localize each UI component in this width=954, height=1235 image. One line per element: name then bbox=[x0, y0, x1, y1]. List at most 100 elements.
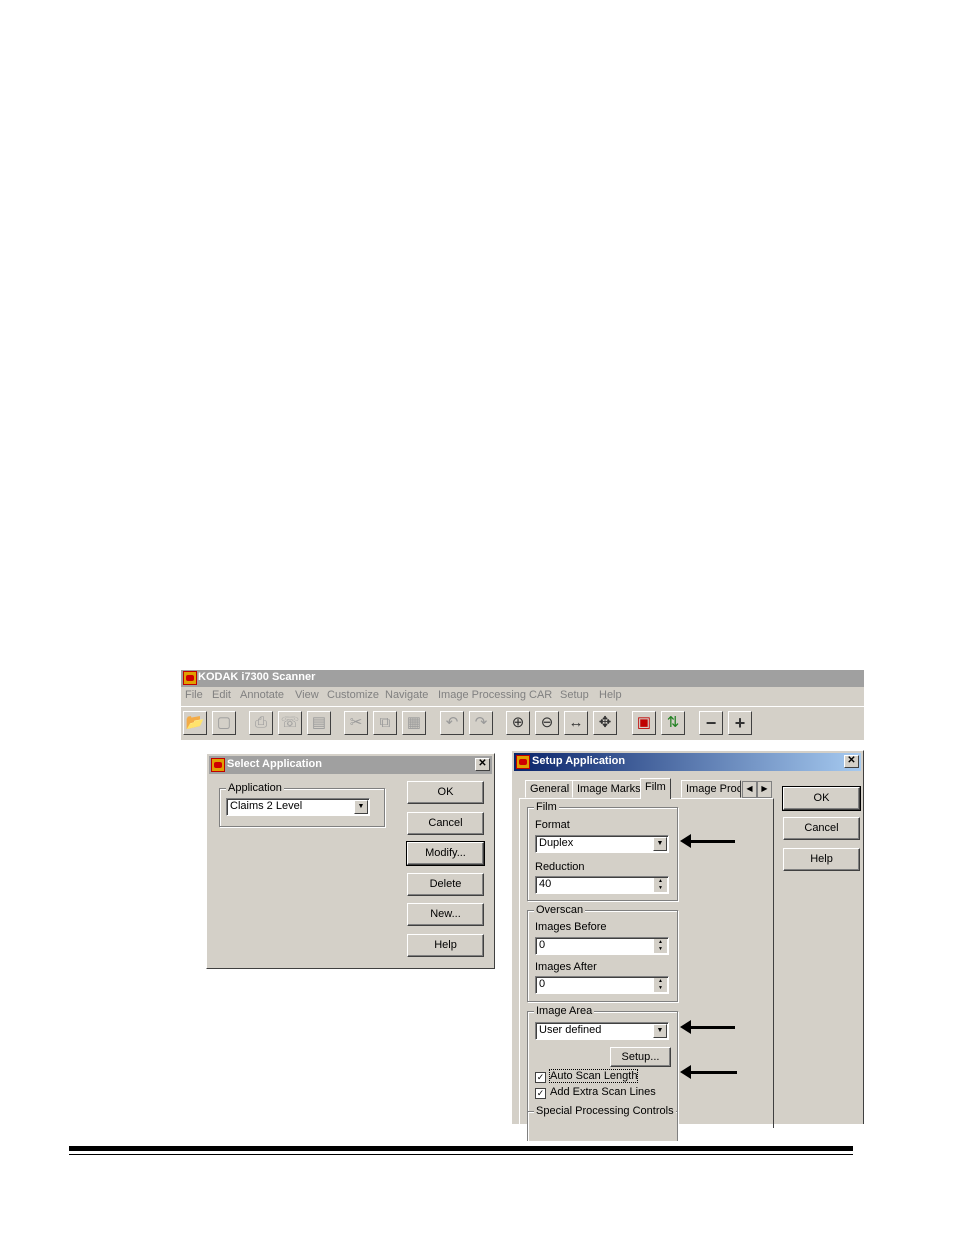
kodak-logo-icon bbox=[211, 758, 225, 772]
toolbar: 📂 ▢ ⎙ ☏ ▤ ✂ ⧉ ▦ ↶ ↷ ⊕ ⊖ ↔ ✥ ▣ ⇅ − + bbox=[181, 706, 864, 740]
scanner-app-window: KODAK i7300 Scanner File Edit Annotate V… bbox=[181, 670, 864, 740]
image-area-select-value: User defined bbox=[539, 1024, 602, 1036]
application-group: Application Claims 2 Level ▼ bbox=[219, 782, 385, 827]
menu-car[interactable]: CAR bbox=[529, 689, 552, 701]
auto-scan-length-checkbox[interactable]: ✓ bbox=[535, 1072, 546, 1083]
cut-icon[interactable]: ✂ bbox=[344, 711, 368, 735]
auto-scan-length-label[interactable]: Auto Scan Length bbox=[548, 1069, 639, 1083]
scan-icon[interactable]: ▤ bbox=[307, 711, 331, 735]
callout-arrow-auto-scan bbox=[680, 1065, 737, 1079]
side-toggle-icon[interactable]: ▣ bbox=[632, 711, 656, 735]
callout-arrow-format bbox=[680, 834, 735, 848]
spin-arrows-icon[interactable]: ▲ ▼ bbox=[654, 978, 667, 992]
format-select-value: Duplex bbox=[539, 837, 574, 849]
setup-dialog-title: Setup Application bbox=[532, 755, 626, 767]
menu-image-processing[interactable]: Image Processing bbox=[438, 689, 526, 701]
images-after-label: Images After bbox=[535, 961, 597, 973]
extra-scan-lines-checkbox[interactable]: ✓ bbox=[535, 1088, 546, 1099]
close-icon[interactable]: ✕ bbox=[475, 758, 490, 771]
plus-icon[interactable]: + bbox=[728, 711, 752, 735]
cancel-button[interactable]: Cancel bbox=[407, 812, 484, 835]
open-folder-icon[interactable]: 📂 bbox=[183, 711, 207, 735]
reduction-label: Reduction bbox=[535, 861, 585, 873]
menu-edit[interactable]: Edit bbox=[212, 689, 231, 701]
modify-button[interactable]: Modify... bbox=[406, 841, 485, 866]
chevron-down-icon[interactable]: ▼ bbox=[653, 837, 667, 851]
special-processing-label: Special Processing Controls bbox=[534, 1105, 676, 1117]
menu-view[interactable]: View bbox=[295, 689, 319, 701]
copy-icon[interactable]: ⧉ bbox=[373, 711, 397, 735]
film-group: Film Format Duplex ▼ Reduction 40 ▲ ▼ bbox=[527, 801, 678, 901]
extra-scan-lines-label[interactable]: Add Extra Scan Lines bbox=[550, 1086, 656, 1098]
close-icon[interactable]: ✕ bbox=[844, 755, 859, 768]
chevron-down-icon[interactable]: ▼ bbox=[653, 1024, 667, 1038]
kodak-logo-icon bbox=[516, 755, 530, 769]
print-icon[interactable]: ⎙ bbox=[249, 711, 273, 735]
zoom-in-icon[interactable]: ⊕ bbox=[506, 711, 530, 735]
menu-annotate[interactable]: Annotate bbox=[240, 689, 284, 701]
ok-button[interactable]: OK bbox=[782, 786, 861, 811]
format-label: Format bbox=[535, 819, 570, 831]
overscan-group: Overscan Images Before 0 ▲ ▼ Images After… bbox=[527, 904, 678, 1002]
image-area-group-label: Image Area bbox=[534, 1005, 595, 1017]
tab-general[interactable]: General bbox=[525, 780, 575, 798]
application-group-label: Application bbox=[226, 782, 284, 794]
kodak-logo-icon bbox=[183, 671, 197, 685]
fit-width-icon[interactable]: ↔ bbox=[564, 711, 588, 735]
images-before-value: 0 bbox=[539, 939, 546, 951]
images-after-stepper[interactable]: 0 ▲ ▼ bbox=[535, 976, 669, 994]
menu-setup[interactable]: Setup bbox=[560, 689, 589, 701]
menu-navigate[interactable]: Navigate bbox=[385, 689, 428, 701]
footer-rule-thin bbox=[69, 1154, 853, 1155]
paste-icon[interactable]: ▦ bbox=[402, 711, 426, 735]
menu-bar: File Edit Annotate View Customize Naviga… bbox=[181, 687, 864, 705]
setup-dialog-title-bar: Setup Application ✕ bbox=[514, 753, 861, 771]
undo-icon[interactable]: ↶ bbox=[440, 711, 464, 735]
images-before-stepper[interactable]: 0 ▲ ▼ bbox=[535, 937, 669, 955]
format-select[interactable]: Duplex ▼ bbox=[535, 835, 669, 853]
film-tab-panel: Film Format Duplex ▼ Reduction 40 ▲ ▼ Ove… bbox=[519, 798, 774, 1141]
spin-arrows-icon[interactable]: ▲ ▼ bbox=[654, 878, 667, 892]
tab-image-processing[interactable]: Image Proce bbox=[681, 780, 741, 798]
delete-button[interactable]: Delete bbox=[407, 873, 484, 896]
save-icon[interactable]: ▢ bbox=[212, 711, 236, 735]
tab-film[interactable]: Film bbox=[640, 778, 671, 799]
overscan-group-label: Overscan bbox=[534, 904, 586, 916]
menu-customize[interactable]: Customize bbox=[327, 689, 379, 701]
redo-icon[interactable]: ↷ bbox=[469, 711, 493, 735]
reduction-value: 40 bbox=[539, 878, 552, 890]
help-button[interactable]: Help bbox=[783, 848, 860, 871]
reduction-stepper[interactable]: 40 ▲ ▼ bbox=[535, 876, 669, 894]
minus-icon[interactable]: − bbox=[699, 711, 723, 735]
application-select[interactable]: Claims 2 Level ▼ bbox=[226, 798, 370, 816]
callout-arrow-image-area bbox=[680, 1020, 735, 1034]
cancel-button[interactable]: Cancel bbox=[783, 817, 860, 840]
image-area-select[interactable]: User defined ▼ bbox=[535, 1022, 669, 1040]
select-dialog-title: Select Application bbox=[227, 758, 322, 770]
new-button[interactable]: New... bbox=[407, 903, 484, 926]
images-after-value: 0 bbox=[539, 978, 546, 990]
fit-page-icon[interactable]: ✥ bbox=[593, 711, 617, 735]
setup-button[interactable]: Setup... bbox=[610, 1047, 671, 1067]
menu-help[interactable]: Help bbox=[599, 689, 622, 701]
spin-arrows-icon[interactable]: ▲ ▼ bbox=[654, 939, 667, 953]
footer-rule bbox=[69, 1146, 853, 1151]
app-title-bar: KODAK i7300 Scanner bbox=[181, 670, 864, 687]
select-application-dialog: Select Application ✕ Application Claims … bbox=[206, 753, 495, 969]
swap-side-icon[interactable]: ⇅ bbox=[661, 711, 685, 735]
tab-scroll-right-icon[interactable]: ▶ bbox=[757, 781, 772, 798]
select-dialog-title-bar: Select Application ✕ bbox=[209, 756, 492, 774]
ok-button[interactable]: OK bbox=[407, 781, 484, 804]
tab-image-marks[interactable]: Image Marks bbox=[572, 780, 646, 798]
tab-scroll-left-icon[interactable]: ◀ bbox=[742, 781, 757, 798]
film-group-label: Film bbox=[534, 801, 559, 813]
menu-file[interactable]: File bbox=[185, 689, 203, 701]
images-before-label: Images Before bbox=[535, 921, 607, 933]
phone-icon[interactable]: ☏ bbox=[278, 711, 302, 735]
app-title: KODAK i7300 Scanner bbox=[198, 671, 316, 683]
application-select-value: Claims 2 Level bbox=[230, 800, 303, 812]
special-processing-group: Special Processing Controls bbox=[527, 1105, 678, 1141]
chevron-down-icon[interactable]: ▼ bbox=[354, 800, 368, 814]
zoom-out-icon[interactable]: ⊖ bbox=[535, 711, 559, 735]
help-button[interactable]: Help bbox=[407, 934, 484, 957]
